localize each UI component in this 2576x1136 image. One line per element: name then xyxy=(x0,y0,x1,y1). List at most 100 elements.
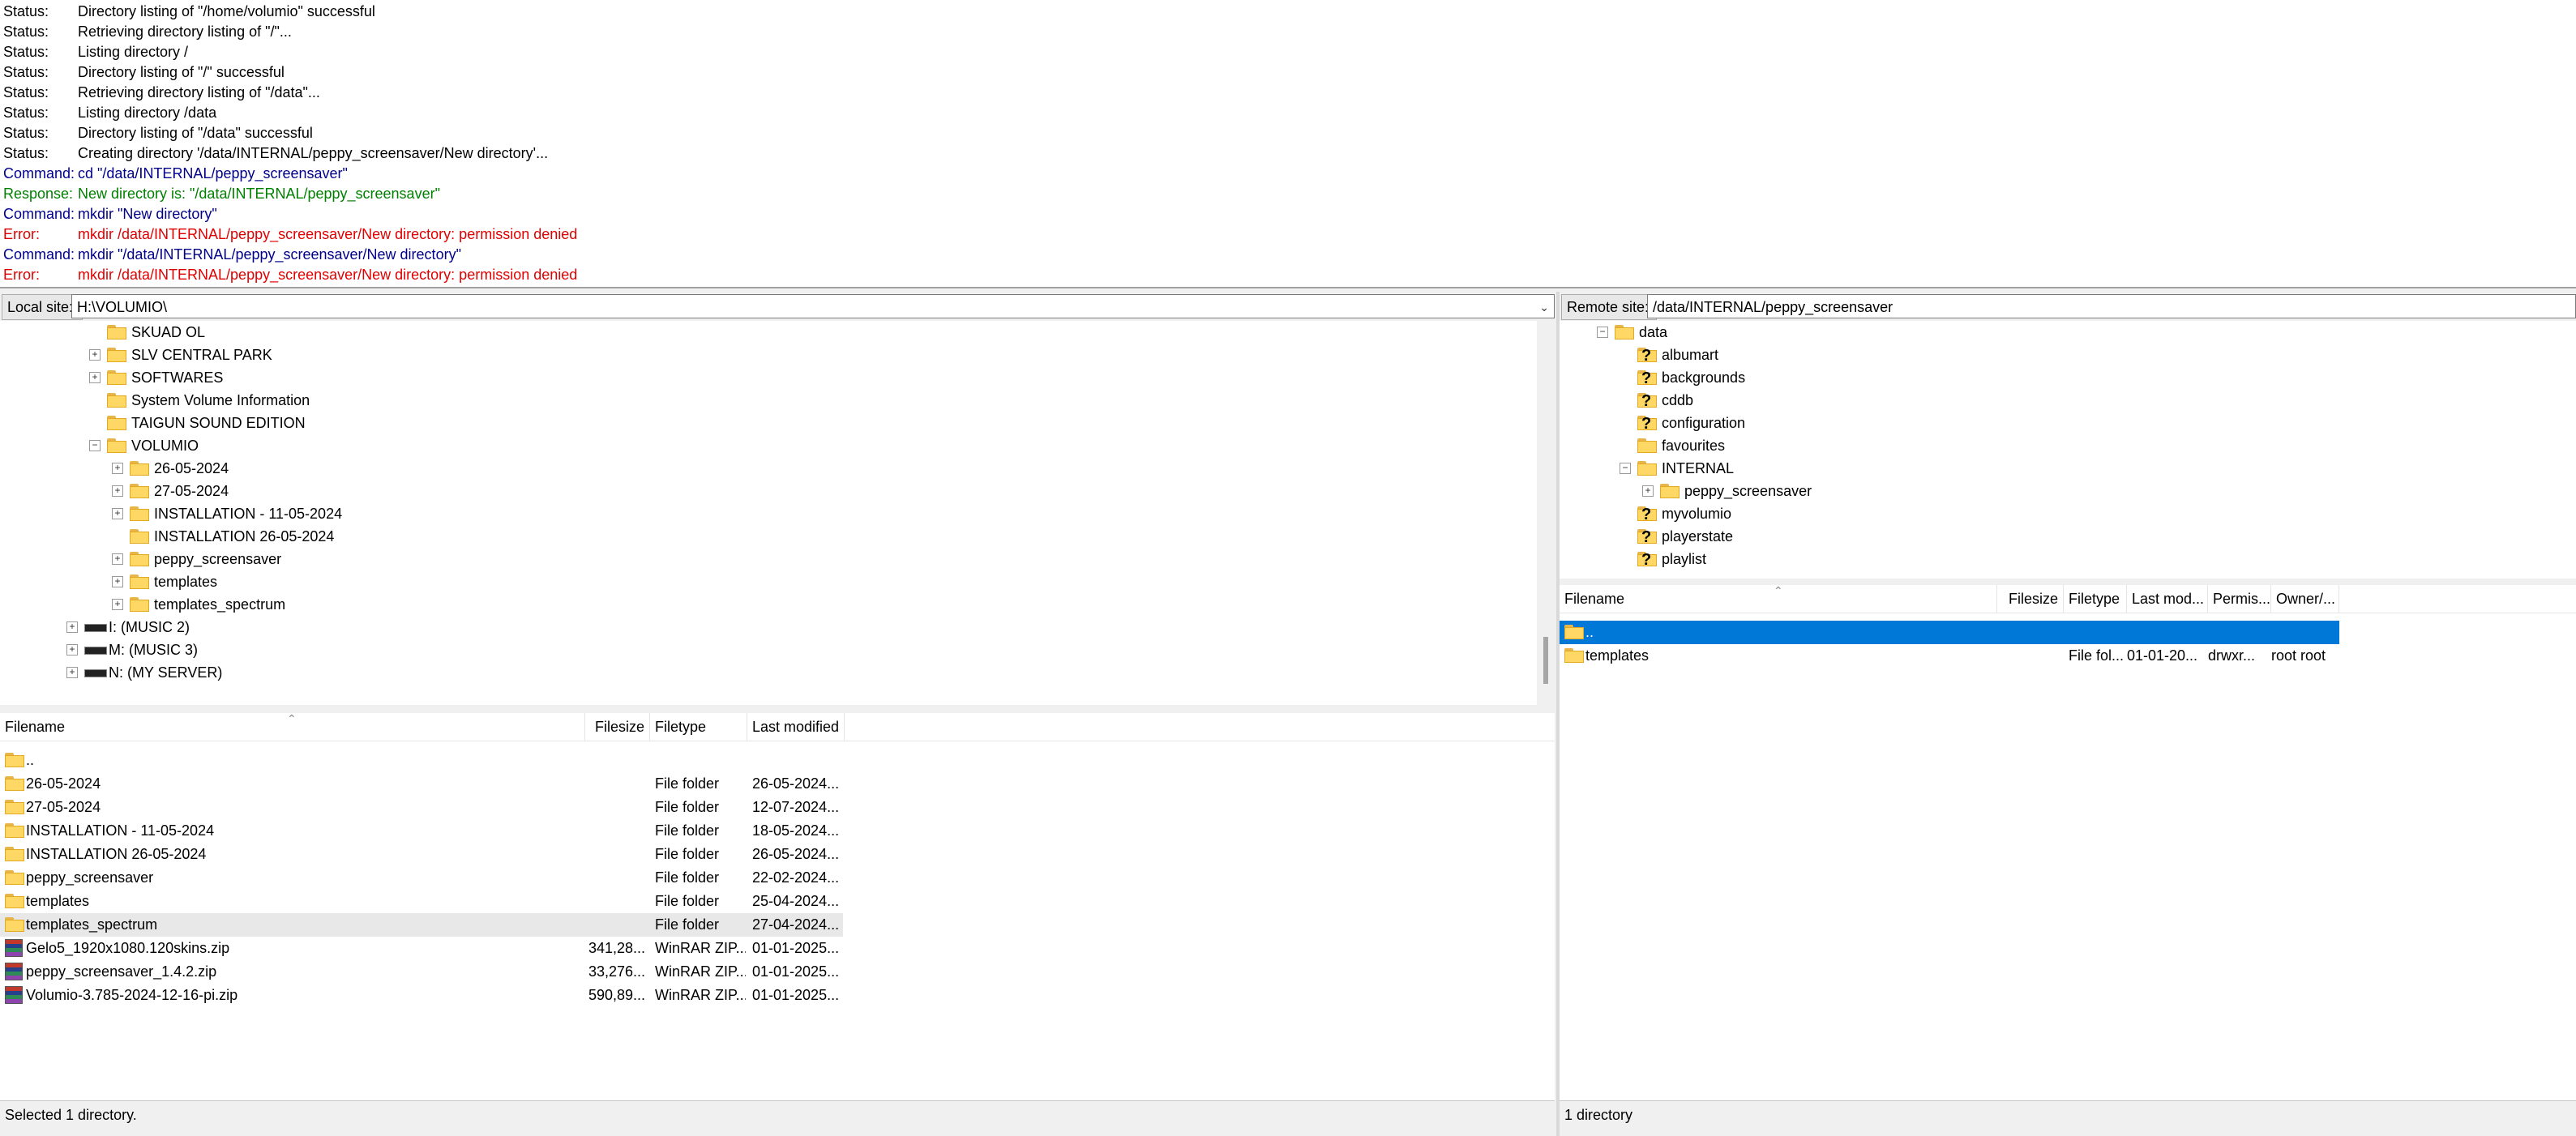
collapse-icon[interactable]: − xyxy=(89,440,101,451)
file-row[interactable]: .. xyxy=(1560,621,2339,644)
file-name: templates_spectrum xyxy=(26,916,158,933)
tree-node[interactable]: +26-05-2024 xyxy=(0,457,1554,480)
tree-node[interactable]: − data xyxy=(1560,321,2576,344)
folder-icon xyxy=(107,438,126,453)
file-row[interactable]: peppy_screensaver_1.4.2.zip 33,276... WinR… xyxy=(0,960,843,984)
tree-node[interactable]: SKUAD OL xyxy=(0,321,1554,344)
file-row[interactable]: 26-05-2024 File folder 26-05-2024... xyxy=(0,772,843,796)
column-filename[interactable]: Filename ⌃ xyxy=(0,713,585,741)
folder-icon xyxy=(5,847,24,861)
file-row[interactable]: INSTALLATION - 11-05-2024 File folder 18-0… xyxy=(0,819,843,843)
tree-node[interactable]: − INTERNAL xyxy=(1560,457,2576,480)
file-row[interactable]: Volumio-3.785-2024-12-16-pi.zip 590,89...… xyxy=(0,984,843,1007)
expand-icon[interactable]: + xyxy=(112,508,123,519)
tree-node[interactable]: + templates_spectrum xyxy=(0,593,1554,616)
tree-node[interactable]: − VOLUMIO xyxy=(0,434,1554,457)
folder-icon xyxy=(130,552,149,566)
message-log[interactable]: Status: Directory listing of "/home/volum… xyxy=(0,0,2576,288)
column-filename[interactable]: Filename ⌃ xyxy=(1560,585,1997,613)
log-line: Status: Retrieving directory listing of "… xyxy=(3,83,320,103)
tree-node[interactable]: + SLV CENTRAL PARK xyxy=(0,344,1554,366)
folder-icon xyxy=(107,370,126,385)
tree-node[interactable]: + I: (MUSIC 2) xyxy=(0,616,1554,638)
tree-node[interactable]: + peppy_screensaver xyxy=(1560,480,2576,502)
drive-icon xyxy=(84,647,107,655)
tree-node[interactable]: + INSTALLATION - 11-05-2024 xyxy=(0,502,1554,525)
tree-node[interactable]: ? configuration xyxy=(1560,412,2576,434)
file-row[interactable]: 27-05-2024 File folder 12-07-2024... xyxy=(0,796,843,819)
expand-icon[interactable]: + xyxy=(66,644,78,656)
file-permissions: drwxr... xyxy=(2208,647,2256,664)
folder-icon xyxy=(5,894,24,908)
tree-node[interactable]: INSTALLATION 26-05-2024 xyxy=(0,525,1554,548)
unknown-folder-icon: ? xyxy=(1637,370,1657,386)
remote-directory-tree[interactable]: − data? albumart? backgrounds? cddb? configur… xyxy=(1560,321,2576,579)
tree-node-label: templates xyxy=(154,574,218,590)
expand-icon[interactable]: + xyxy=(112,599,123,610)
expand-icon[interactable]: + xyxy=(89,349,101,361)
file-row[interactable]: INSTALLATION 26-05-2024 File folder 26-05-… xyxy=(0,843,843,866)
scrollbar-thumb[interactable] xyxy=(1543,637,1548,684)
column-filetype[interactable]: Filetype xyxy=(650,713,747,741)
tree-node[interactable]: System Volume Information xyxy=(0,389,1554,412)
tree-node[interactable]: + N: (MY SERVER) xyxy=(0,661,1554,684)
local-directory-tree[interactable]: SKUAD OL + SLV CENTRAL PARK + SOFTWARES Syste… xyxy=(0,321,1555,705)
tree-node[interactable]: ? backgrounds xyxy=(1560,366,2576,389)
tree-node[interactable]: ? cddb xyxy=(1560,389,2576,412)
file-row[interactable]: .. xyxy=(0,749,843,772)
expand-icon[interactable]: + xyxy=(66,667,78,678)
tree-node[interactable]: + templates xyxy=(0,570,1554,593)
log-line: Error: mkdir /data/INTERNAL/peppy_screens… xyxy=(3,224,577,245)
tree-node[interactable]: favourites xyxy=(1560,434,2576,457)
tree-node[interactable]: +27-05-2024 xyxy=(0,480,1554,502)
file-row[interactable]: templates File fol... 01-01-20... drwxr... r… xyxy=(1560,644,2339,668)
column-permissions[interactable]: Permis... xyxy=(2208,585,2271,613)
column-filesize[interactable]: Filesize xyxy=(1997,585,2064,613)
tree-node-label: TAIGUN SOUND EDITION xyxy=(131,415,306,431)
expand-icon[interactable]: + xyxy=(112,576,123,587)
local-file-list[interactable]: Filename ⌃ Filesize Filetype Last modifi… xyxy=(0,713,1555,1100)
file-row[interactable]: Gelo5_1920x1080.120skins.zip 341,28... Win… xyxy=(0,937,843,960)
expand-icon[interactable]: + xyxy=(66,621,78,633)
file-row[interactable]: peppy_screensaver File folder 22-02-2024..… xyxy=(0,866,843,890)
collapse-icon[interactable]: − xyxy=(1597,327,1608,338)
tree-node[interactable]: ? myvolumio xyxy=(1560,502,2576,525)
tree-node-label: cddb xyxy=(1662,392,1694,408)
expand-icon[interactable]: + xyxy=(112,553,123,565)
file-type: File folder xyxy=(655,846,720,862)
collapse-icon[interactable]: − xyxy=(1620,463,1631,474)
chevron-down-icon[interactable]: ⌄ xyxy=(1539,295,1549,319)
log-line-text: Retrieving directory listing of "/data".… xyxy=(78,84,320,100)
local-tree-scrollbar[interactable] xyxy=(1537,321,1555,705)
column-last-modified[interactable]: Last modified xyxy=(747,713,845,741)
expand-icon[interactable]: + xyxy=(112,463,123,474)
expand-icon[interactable]: + xyxy=(89,372,101,383)
tree-node[interactable]: ? playlist xyxy=(1560,548,2576,570)
column-filesize[interactable]: Filesize xyxy=(585,713,650,741)
file-modified: 01-01-2025... xyxy=(752,963,840,980)
tree-node[interactable]: + peppy_screensaver xyxy=(0,548,1554,570)
file-size: 590,89... xyxy=(588,987,645,1003)
log-line-type: Command: xyxy=(3,206,75,222)
remote-site-path-input[interactable]: /data/INTERNAL/peppy_screensaver xyxy=(1647,294,2576,318)
tree-node[interactable]: + M: (MUSIC 3) xyxy=(0,638,1554,661)
remote-file-list[interactable]: Filename ⌃ Filesize Filetype Last mod...… xyxy=(1560,585,2576,1100)
tree-node[interactable]: ? albumart xyxy=(1560,344,2576,366)
file-row[interactable]: templates_spectrum File folder 27-04-2024.… xyxy=(0,913,843,937)
column-filetype[interactable]: Filetype xyxy=(2064,585,2127,613)
remote-splitter[interactable] xyxy=(1560,579,2576,585)
local-splitter[interactable] xyxy=(0,705,1555,713)
local-site-path-combo[interactable]: H:\VOLUMIO\ ⌄ xyxy=(71,294,1555,318)
column-owner[interactable]: Owner/... xyxy=(2271,585,2339,613)
column-last-modified[interactable]: Last mod... xyxy=(2127,585,2208,613)
expand-icon[interactable]: + xyxy=(112,485,123,497)
tree-node[interactable]: ? playerstate xyxy=(1560,525,2576,548)
expand-icon[interactable]: + xyxy=(1642,485,1654,497)
tree-node[interactable]: TAIGUN SOUND EDITION xyxy=(0,412,1554,434)
local-status-bar: Selected 1 directory. xyxy=(0,1100,1555,1128)
log-line: Command: mkdir "/data/INTERNAL/peppy_scre… xyxy=(3,245,461,265)
tree-node-label: playerstate xyxy=(1662,528,1734,545)
tree-node-label: M: (MUSIC 3) xyxy=(109,642,198,658)
tree-node[interactable]: + SOFTWARES xyxy=(0,366,1554,389)
file-row[interactable]: templates File folder 25-04-2024... xyxy=(0,890,843,913)
